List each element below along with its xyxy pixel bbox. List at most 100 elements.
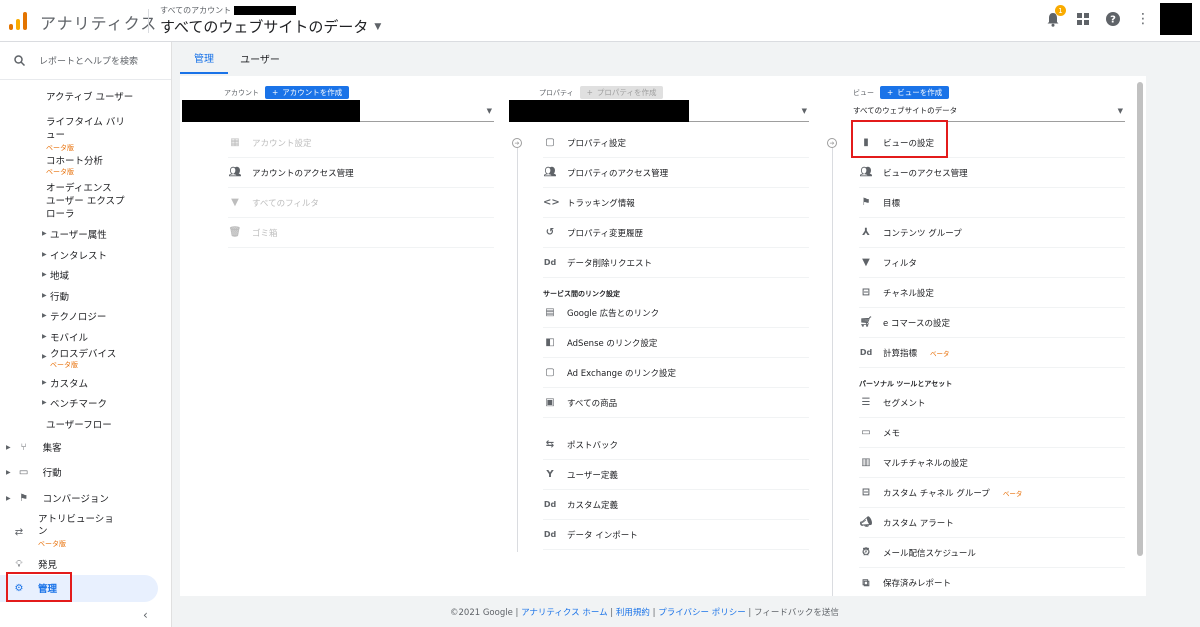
app-title[interactable]: アナリティクス [40, 10, 157, 34]
apps-grid-icon[interactable] [1074, 10, 1092, 28]
property-access-item[interactable]: 👥︎ プロパティのアクセス管理 [543, 158, 809, 188]
expand-arrow-icon: ▶ [42, 292, 47, 299]
property-settings-item[interactable]: ▢ プロパティ設定 [543, 128, 809, 158]
ecommerce-settings-item[interactable]: 🛒︎ e コマースの設定 [859, 308, 1125, 338]
analytics-home-link[interactable]: アナリティクス ホーム [521, 608, 608, 618]
expand-arrow-icon: ▶ [42, 251, 47, 258]
scheduled-emails-item[interactable]: ⏰︎ メール配信スケジュール [859, 538, 1125, 568]
avatar[interactable] [1160, 3, 1192, 35]
collapse-sidebar-icon[interactable]: ‹ [143, 608, 148, 622]
behavior-icon: ▭ [18, 466, 29, 478]
account-access-item[interactable]: 👥︎ アカウントのアクセス管理 [228, 158, 494, 188]
create-view-button[interactable]: + ビューを作成 [880, 86, 950, 99]
multichannel-settings-item[interactable]: ▥ マルチチャネルの設定 [859, 448, 1125, 478]
sidebar-item-benchmark[interactable]: ベンチマーク [50, 396, 107, 410]
account-breadcrumb[interactable]: すべてのアカウント [160, 5, 297, 16]
sidebar-item-mobile[interactable]: モバイル [50, 330, 88, 344]
expand-arrow-icon: ▶ [42, 230, 47, 237]
fork-icon: Y [546, 469, 554, 480]
dd-icon: Dd [543, 530, 557, 539]
sidebar-item-cross-device[interactable]: クロスデバイス ベータ版 [50, 346, 116, 370]
sidebar-item-user-explorer[interactable]: ユーザー エクスプローラ [46, 195, 130, 221]
data-import-item[interactable]: Dd データ インポート [543, 520, 809, 550]
saved-reports-item[interactable]: ⧉ 保存済みレポート [859, 568, 1125, 598]
tracking-info-item[interactable]: <> トラッキング情報 [543, 188, 809, 218]
sidebar-item-interests[interactable]: インタレスト [50, 248, 107, 262]
sidebar-item-geo[interactable]: 地域 [50, 268, 69, 282]
feedback-link[interactable]: フィードバックを送信 [754, 608, 839, 618]
attribution-icon: ⇄ [14, 526, 24, 538]
ad-exchange-icon: ▢ [545, 367, 555, 378]
sidebar-search[interactable]: レポートとヘルプを検索 [0, 42, 171, 80]
sidebar-item-user-flow[interactable]: ユーザーフロー [46, 417, 112, 431]
tab-admin[interactable]: 管理 [180, 42, 228, 74]
channel-icon: ⊟ [861, 487, 871, 498]
expand-arrow-icon: ▶ [6, 494, 11, 502]
property-selector[interactable]: ▼ [509, 99, 809, 122]
sidebar-item-technology[interactable]: テクノロジー [50, 309, 106, 323]
custom-alerts-item[interactable]: 📣︎ カスタム アラート [859, 508, 1125, 538]
calculated-metrics-item[interactable]: Dd 計算指標 ベータ [859, 338, 1125, 368]
tab-users[interactable]: ユーザー [228, 42, 292, 74]
property-history-item[interactable]: ↺ プロパティ変更履歴 [543, 218, 809, 248]
sidebar-item-active-users[interactable]: アクティブ ユーザー [46, 89, 133, 103]
view-dropdown[interactable]: すべてのウェブサイトのデータ ▼ [853, 100, 1125, 122]
sidebar-item-lifetime-value[interactable]: ライフタイム バリュー ベータ版 [46, 116, 128, 155]
ad-exchange-link-item[interactable]: ▢ Ad Exchange のリンク設定 [543, 358, 809, 388]
analytics-logo-icon[interactable] [9, 12, 27, 30]
custom-definitions-item[interactable]: Dd カスタム定義 [543, 490, 809, 520]
all-products-item[interactable]: ▣ すべての商品 [543, 388, 809, 418]
sidebar-item-acquisition[interactable]: ▶ ⑂ 集客 [6, 440, 62, 455]
scrollbar[interactable] [1137, 82, 1143, 556]
dropdown-arrow-icon: ▼ [486, 106, 492, 115]
sidebar-item-custom[interactable]: カスタム [50, 376, 88, 390]
building-icon: ▦ [230, 137, 240, 148]
custom-channel-grouping-item[interactable]: ⊟ カスタム チャネル グループ ベータ [859, 478, 1125, 508]
search-placeholder: レポートとヘルプを検索 [39, 57, 139, 67]
goals-item[interactable]: ⚑ 目標 [859, 188, 1125, 218]
more-vert-icon[interactable]: ⋮ [1134, 10, 1152, 28]
account-selector[interactable]: ▼ [182, 99, 494, 122]
redacted-account-name [234, 6, 297, 15]
privacy-link[interactable]: プライバシー ポリシー [658, 608, 746, 618]
data-deletion-item[interactable]: Dd データ削除リクエスト [543, 248, 809, 278]
trash-item[interactable]: 🗑︎ ゴミ箱 [228, 218, 494, 248]
all-filters-item[interactable]: ▼ すべてのフィルタ [228, 188, 494, 218]
create-account-button[interactable]: + アカウントを作成 [265, 86, 350, 99]
terms-link[interactable]: 利用規約 [616, 608, 650, 618]
sidebar-item-audience[interactable]: オーディエンス [46, 180, 112, 194]
help-icon[interactable]: ? [1104, 10, 1122, 28]
adsense-icon: ◧ [545, 337, 555, 348]
sidebar-item-cohort[interactable]: コホート分析 ベータ版 [46, 153, 103, 177]
channel-settings-item[interactable]: ⊟ チャネル設定 [859, 278, 1125, 308]
footer: ©2021 Google | アナリティクス ホーム | 利用規約 | プライバ… [450, 608, 839, 618]
account-heading: アカウント [224, 88, 259, 97]
view-selector[interactable]: すべてのウェブサイトのデータ ▼ [160, 16, 381, 37]
segments-item[interactable]: ☰ セグメント [859, 388, 1125, 418]
notifications-bell-icon[interactable]: 1 [1044, 5, 1066, 28]
window-icon: ▢ [545, 137, 555, 148]
sidebar: レポートとヘルプを検索 アクティブ ユーザー ライフタイム バリュー ベータ版 コ… [0, 42, 172, 627]
view-access-item[interactable]: 👥︎ ビューのアクセス管理 [859, 158, 1125, 188]
adsense-link-item[interactable]: ◧ AdSense のリンク設定 [543, 328, 809, 358]
sidebar-item-discover[interactable]: 💡︎ 発見 [12, 557, 58, 572]
postbacks-item[interactable]: ⇆ ポストバック [543, 430, 809, 460]
annotations-item[interactable]: ▭ メモ [859, 418, 1125, 448]
sidebar-item-conversions[interactable]: ▶ ⚑ コンバージョン [6, 491, 109, 506]
notification-badge: 1 [1055, 5, 1066, 16]
content-grouping-item[interactable]: ⅄ コンテンツ グループ [859, 218, 1125, 248]
account-settings-item[interactable]: ▦ アカウント設定 [228, 128, 494, 158]
sidebar-item-demographics[interactable]: ユーザー属性 [50, 227, 107, 241]
admin-tabs: 管理 ユーザー [180, 42, 292, 74]
redacted-account-name [182, 99, 360, 122]
google-ads-link-item[interactable]: ▤ Google 広告とのリンク [543, 298, 809, 328]
view-column-header: ビュー + ビューを作成 [853, 86, 950, 99]
filters-item[interactable]: ▼ フィルタ [859, 248, 1125, 278]
sidebar-item-behavior-top[interactable]: ▶ ▭ 行動 [6, 465, 62, 480]
create-property-button[interactable]: + プロパティを作成 [579, 86, 664, 99]
sidebar-item-attribution[interactable]: ⇄ アトリビューション ベータ版 [12, 514, 118, 550]
user-definitions-item[interactable]: Y ユーザー定義 [543, 460, 809, 490]
beta-tag: ベータ版 [50, 361, 78, 369]
plus-icon: + [586, 88, 593, 97]
sidebar-item-behavior[interactable]: 行動 [50, 289, 69, 303]
